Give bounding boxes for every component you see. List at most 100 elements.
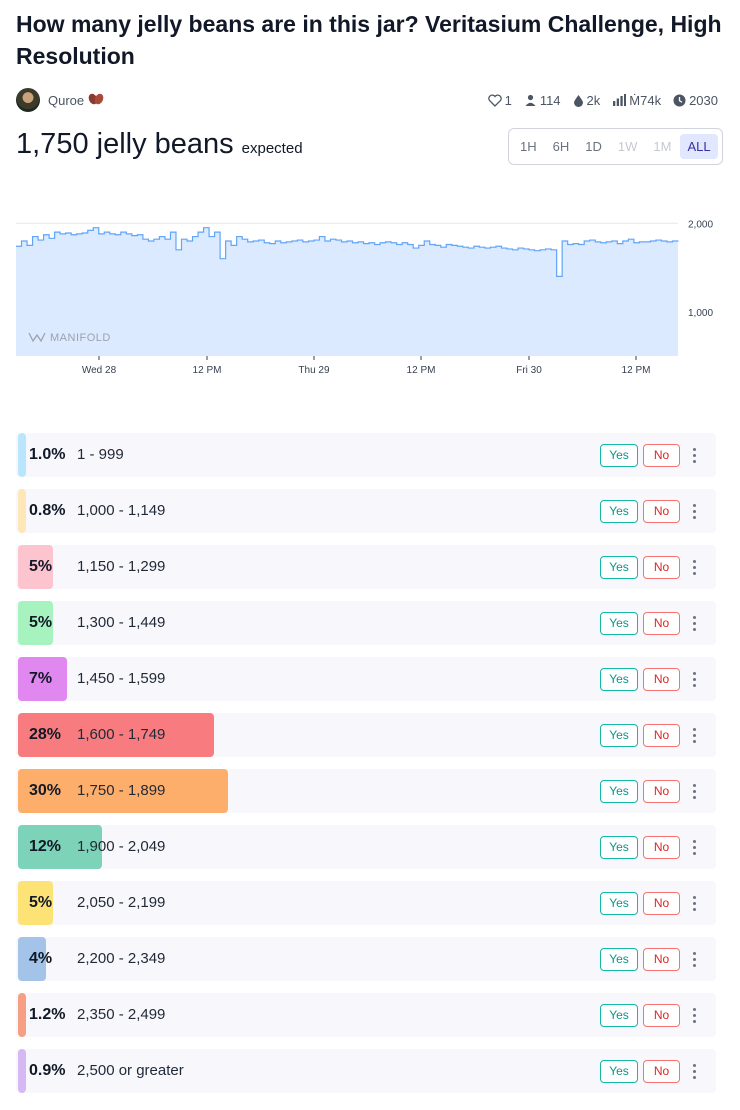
buy-yes-button[interactable]: Yes [600,444,638,467]
buy-yes-button[interactable]: Yes [600,836,638,859]
buy-no-button[interactable]: No [643,556,680,579]
x-tick-label: 12 PM [193,365,222,376]
author-name[interactable]: Quroe [48,93,84,108]
y-tick-label: 2,000 [688,219,713,230]
answer-row[interactable]: 5% 2,050 - 2,199 Yes No [16,881,716,925]
buy-no-button[interactable]: No [643,892,680,915]
bar-chart-icon [613,94,627,106]
answer-row[interactable]: 0.9% 2,500 or greater Yes No [16,1049,716,1093]
buy-yes-button[interactable]: Yes [600,724,638,747]
chart-area-fill [16,227,678,356]
traders-count: 114 [539,92,561,108]
manifold-watermark: MANIFOLD [50,332,111,344]
more-options-icon[interactable] [685,947,703,971]
buy-yes-button[interactable]: Yes [600,780,638,803]
answer-probability-bar [18,1049,26,1093]
y-tick-label: 1,000 [688,308,713,319]
answer-row[interactable]: 5% 1,150 - 1,299 Yes No [16,545,716,589]
answer-row[interactable]: 30% 1,750 - 1,899 Yes No [16,769,716,813]
expected-value: 1,750 jelly beans [16,128,234,160]
buy-no-button[interactable]: No [643,780,680,803]
close-date-stat[interactable]: 2030 [673,93,718,108]
answer-row[interactable]: 7% 1,450 - 1,599 Yes No [16,657,716,701]
more-options-icon[interactable] [685,499,703,523]
answer-range-label: 2,350 - 2,499 [77,1006,166,1023]
buy-yes-button[interactable]: Yes [600,612,638,635]
buy-yes-button[interactable]: Yes [600,668,638,691]
buy-no-button[interactable]: No [643,1060,680,1083]
answer-probability: 4% [29,950,53,967]
time-range-1m[interactable]: 1M [646,134,678,159]
buy-no-button[interactable]: No [643,612,680,635]
liquidity-stat[interactable]: 2k [573,93,600,108]
answers-list: 1.0% 1 - 999 Yes No 0.8% 1,000 - 1,149 Yes No 5%… [16,433,716,1105]
answer-range-label: 1,000 - 1,149 [77,502,166,519]
answer-range-label: 2,200 - 2,349 [77,950,166,967]
answer-row[interactable]: 28% 1,600 - 1,749 Yes No [16,713,716,757]
time-range-1d[interactable]: 1D [578,134,609,159]
buy-yes-button[interactable]: Yes [600,556,638,579]
more-options-icon[interactable] [685,555,703,579]
buy-yes-button[interactable]: Yes [600,1004,638,1027]
answer-row[interactable]: 5% 1,300 - 1,449 Yes No [16,601,716,645]
answer-probability: 7% [29,670,53,687]
more-options-icon[interactable] [685,611,703,635]
buy-no-button[interactable]: No [643,1004,680,1027]
likes-stat[interactable]: 1 [487,93,512,108]
more-options-icon[interactable] [685,443,703,467]
more-options-icon[interactable] [685,891,703,915]
answer-range-label: 1,750 - 1,899 [77,782,166,799]
user-icon [525,94,536,106]
droplet-icon [573,94,583,107]
answer-probability: 1.0% [29,446,66,463]
buy-no-button[interactable]: No [643,948,680,971]
market-stats: 1 114 2k Ṁ74k 2030 [487,93,718,108]
answer-probability: 1.2% [29,1006,66,1023]
answer-row[interactable]: 12% 1,900 - 2,049 Yes No [16,825,716,869]
answer-probability-bar [18,993,26,1037]
market-meta-row: Quroe 1 114 2k Ṁ74k 2030 [16,87,718,113]
buy-no-button[interactable]: No [643,668,680,691]
more-options-icon[interactable] [685,779,703,803]
answer-row[interactable]: 1.0% 1 - 999 Yes No [16,433,716,477]
beans-icon [88,92,104,109]
x-tick-label: Fri 30 [516,365,542,376]
expected-label: expected [241,140,303,157]
more-options-icon[interactable] [685,723,703,747]
time-range-selector: 1H 6H 1D 1W 1M ALL [508,128,723,165]
answer-range-label: 1,150 - 1,299 [77,558,166,575]
answer-row[interactable]: 0.8% 1,000 - 1,149 Yes No [16,489,716,533]
buy-yes-button[interactable]: Yes [600,1060,638,1083]
more-options-icon[interactable] [685,835,703,859]
buy-no-button[interactable]: No [643,836,680,859]
market-title: How many jelly beans are in this jar? Ve… [16,11,722,69]
time-range-all[interactable]: ALL [680,134,718,159]
more-options-icon[interactable] [685,1059,703,1083]
answer-probability: 5% [29,614,53,631]
buy-yes-button[interactable]: Yes [600,948,638,971]
answer-probability: 0.8% [29,502,66,519]
buy-yes-button[interactable]: Yes [600,892,638,915]
author-avatar[interactable] [16,88,40,112]
buy-no-button[interactable]: No [643,444,680,467]
buy-yes-button[interactable]: Yes [600,500,638,523]
volume-stat[interactable]: Ṁ74k [612,93,661,108]
time-range-1w[interactable]: 1W [611,134,645,159]
close-year: 2030 [689,92,718,108]
more-options-icon[interactable] [685,1003,703,1027]
buy-no-button[interactable]: No [643,500,680,523]
more-options-icon[interactable] [685,667,703,691]
traders-stat[interactable]: 114 [524,93,561,108]
time-range-6h[interactable]: 6H [546,134,577,159]
probability-chart[interactable]: 2,000 1,000 Wed 28 12 PM Thu 29 12 PM Fri 30 12… [0,210,740,385]
answer-range-label: 1,900 - 2,049 [77,838,166,855]
time-range-1h[interactable]: 1H [513,134,544,159]
buy-no-button[interactable]: No [643,724,680,747]
answer-row[interactable]: 1.2% 2,350 - 2,499 Yes No [16,993,716,1037]
answer-range-label: 2,500 or greater [77,1062,184,1079]
answer-probability: 28% [29,726,62,743]
heart-icon [487,93,502,107]
answer-range-label: 2,050 - 2,199 [77,894,166,911]
answer-probability-bar [18,433,26,477]
answer-row[interactable]: 4% 2,200 - 2,349 Yes No [16,937,716,981]
